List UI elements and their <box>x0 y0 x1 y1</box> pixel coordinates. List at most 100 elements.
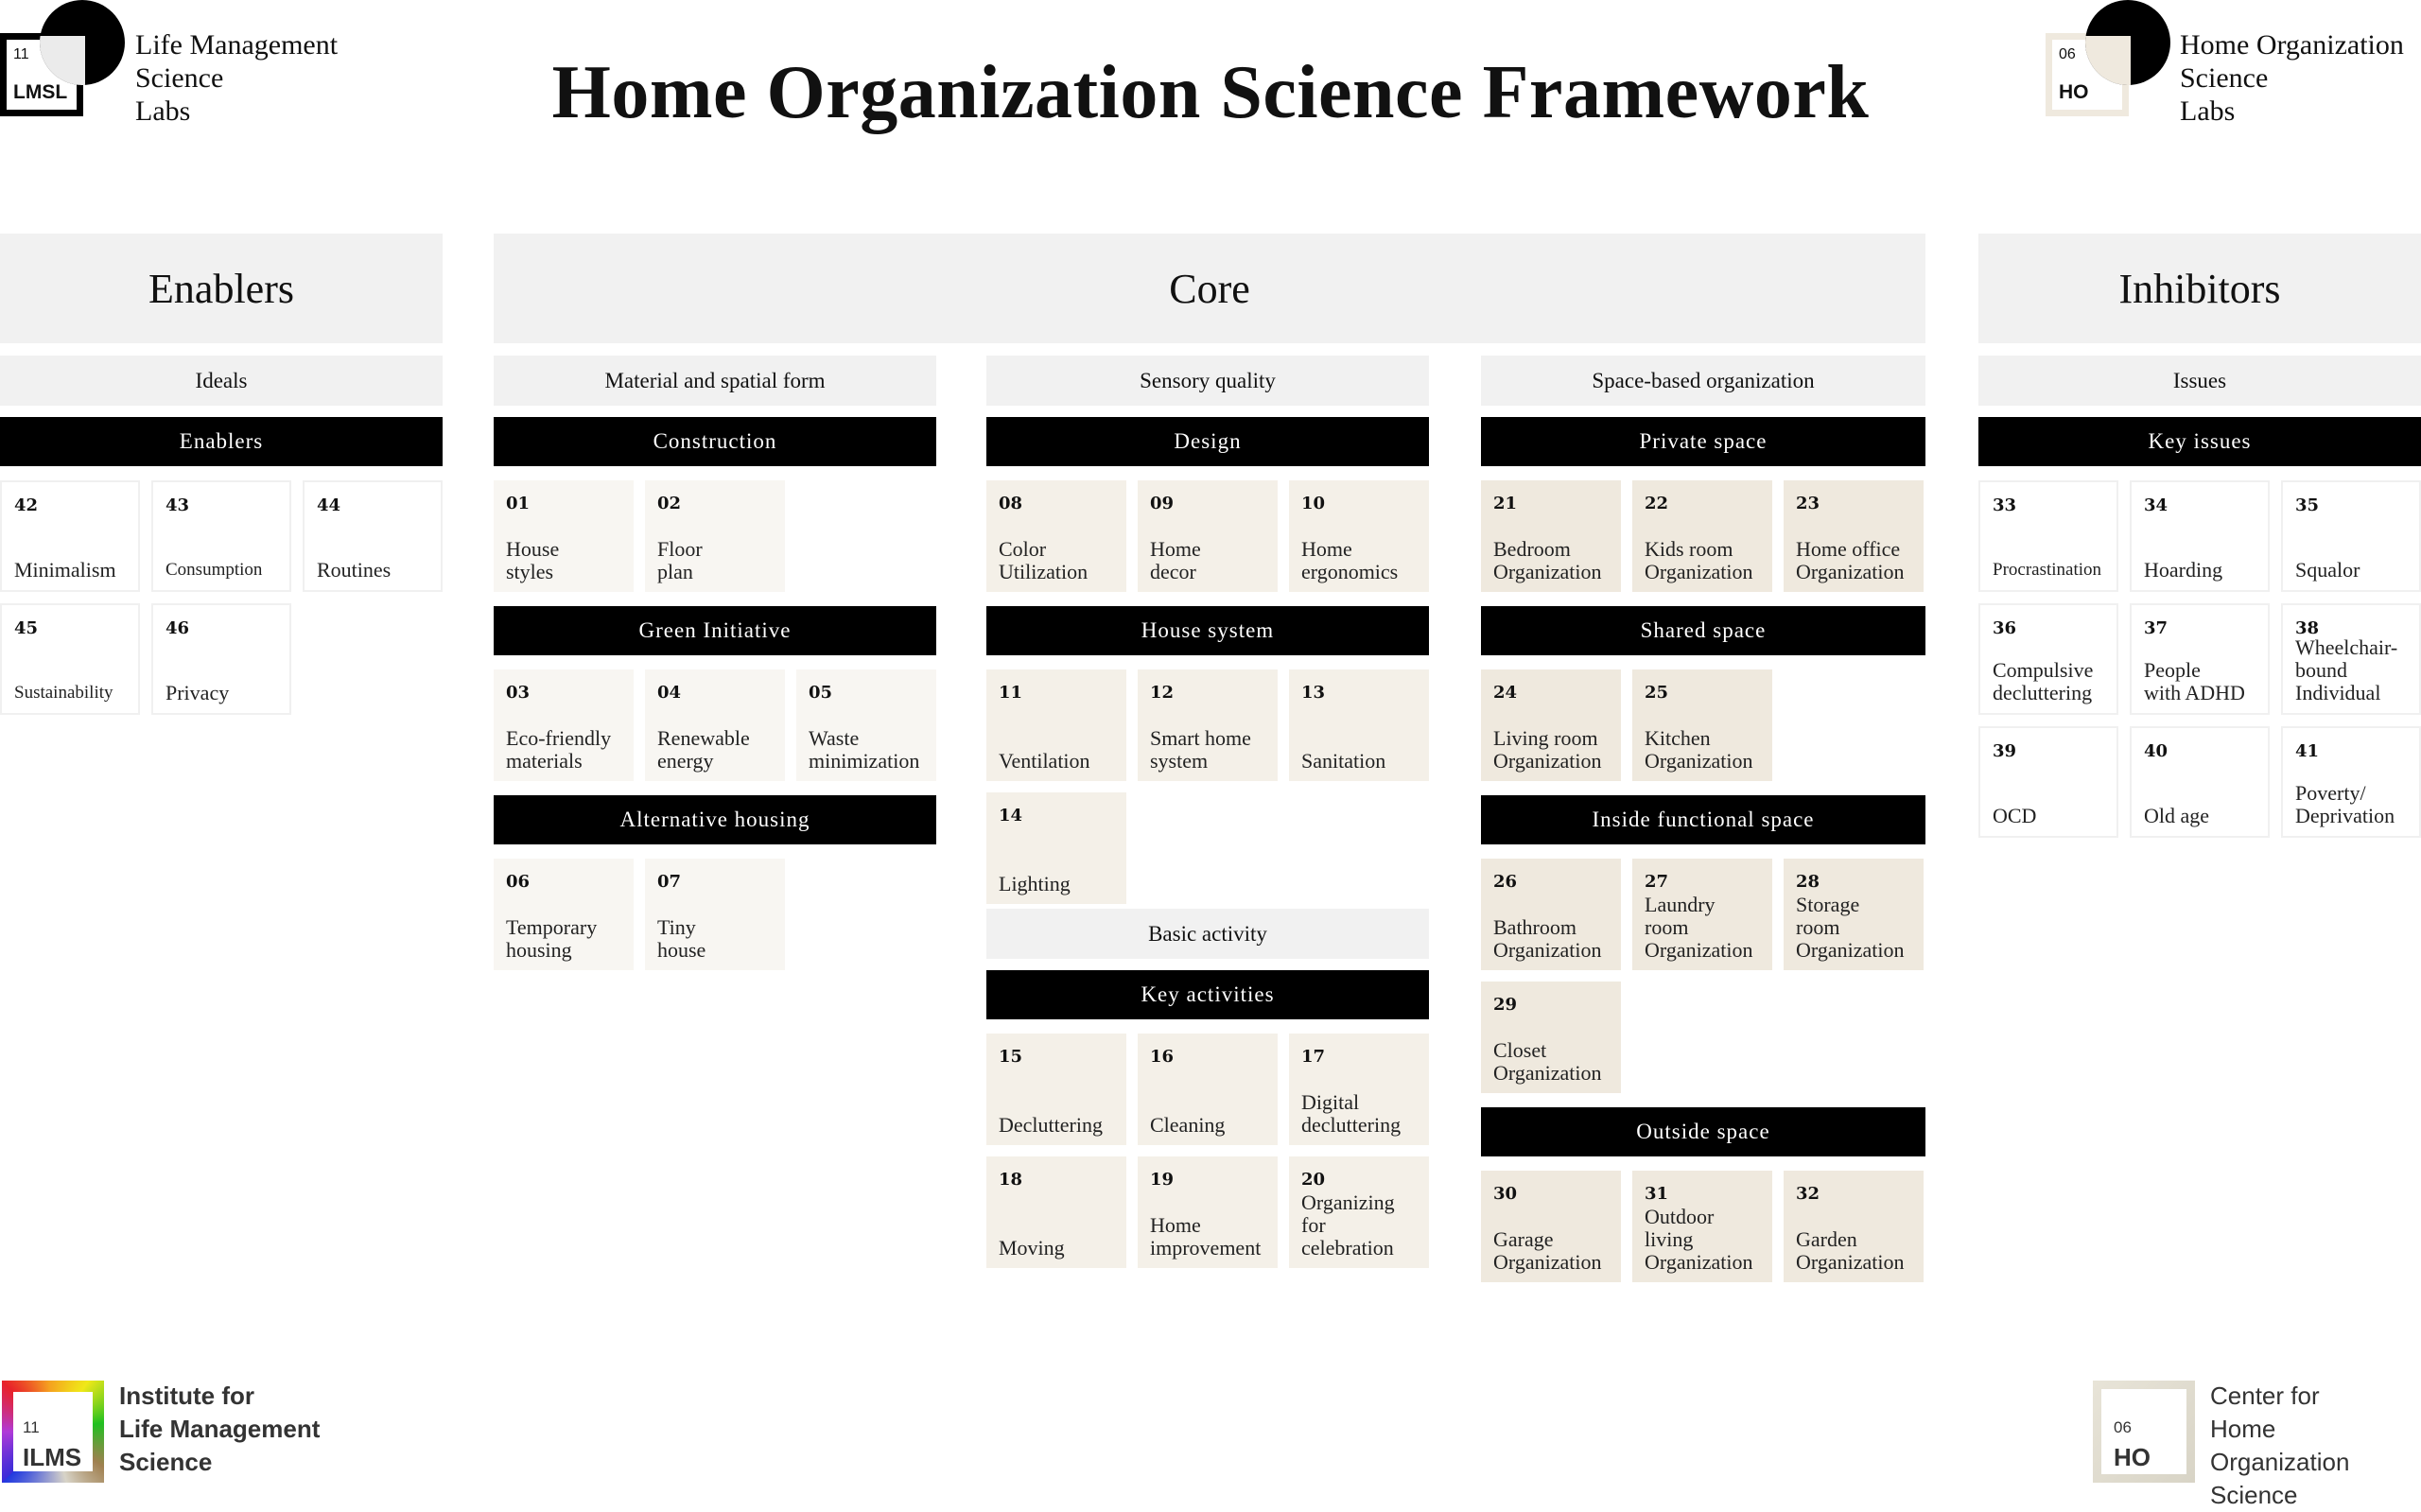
framework-tile[interactable]: 08 Color Utilization <box>986 480 1126 592</box>
tile-label: OCD <box>1993 804 2037 827</box>
framework-tile[interactable]: 04 Renewable energy <box>645 669 785 781</box>
logo-name-line: Science <box>119 1448 213 1476</box>
framework-tile[interactable]: 17 Digital decluttering <box>1289 1034 1429 1145</box>
tile-label: Outdoor living Organization <box>1645 1205 1753 1274</box>
framework-tile[interactable]: 09 Home decor <box>1138 480 1278 592</box>
framework-tile[interactable]: 35 Squalor <box>2281 480 2421 592</box>
tile-number: 21 <box>1493 494 1518 513</box>
ho-center-logo-name: Center for Home Organization Science <box>2210 1380 2421 1512</box>
tile-label: Decluttering <box>999 1113 1103 1137</box>
tile-number: 45 <box>14 618 39 638</box>
band-private-space: Private space <box>1481 417 1925 466</box>
tile-number: 26 <box>1493 872 1518 892</box>
framework-tile[interactable]: 41 Poverty/ Deprivation <box>2281 726 2421 838</box>
tile-label: Bathroom Organization <box>1493 915 1602 962</box>
framework-tile[interactable]: 31 Outdoor living Organization <box>1632 1171 1772 1282</box>
tile-label: Home office Organization <box>1796 537 1905 583</box>
logo-name-line: Science <box>2180 62 2269 94</box>
framework-tile[interactable]: 22 Kids room Organization <box>1632 480 1772 592</box>
tile-label: Lighting <box>999 872 1071 895</box>
framework-tile[interactable]: 28 Storage room Organization <box>1784 859 1924 970</box>
tile-number: 34 <box>2144 495 2168 515</box>
tile-label: Wheelchair- bound Individual <box>2295 635 2398 704</box>
ho-logo-overlap <box>2085 36 2131 85</box>
framework-tile[interactable]: 14 Lighting <box>986 792 1126 904</box>
tile-label: Sanitation <box>1301 749 1386 773</box>
framework-tile[interactable]: 45 Sustainability <box>0 603 140 715</box>
framework-tile[interactable]: 37 People with ADHD <box>2130 603 2270 715</box>
band-inside-functional-space: Inside functional space <box>1481 795 1925 844</box>
framework-tile[interactable]: 36 Compulsive decluttering <box>1978 603 2118 715</box>
tile-label: Living room Organization <box>1493 726 1602 773</box>
framework-tile[interactable]: 43 Consumption <box>151 480 291 592</box>
ho-center-logo-number: 06 <box>2114 1418 2132 1436</box>
framework-tile[interactable]: 39 OCD <box>1978 726 2118 838</box>
tile-number: 35 <box>2295 495 2320 515</box>
tile-label: Compulsive decluttering <box>1993 658 2094 704</box>
tile-label: Home improvement <box>1150 1213 1262 1260</box>
tile-label: Home ergonomics <box>1301 537 1399 583</box>
band-design: Design <box>986 417 1429 466</box>
tile-label: Color Utilization <box>999 537 1089 583</box>
framework-tile[interactable]: 11 Ventilation <box>986 669 1126 781</box>
logo-name-line: Institute for <box>119 1382 254 1410</box>
framework-tile[interactable]: 18 Moving <box>986 1156 1126 1268</box>
tile-number: 33 <box>1993 495 2017 515</box>
tile-label: Moving <box>999 1236 1065 1260</box>
framework-tile[interactable]: 01 House styles <box>494 480 634 592</box>
framework-tile[interactable]: 13 Sanitation <box>1289 669 1429 781</box>
framework-tile[interactable]: 38 Wheelchair- bound Individual <box>2281 603 2421 715</box>
logo-name-line: Center for <box>2210 1382 2320 1410</box>
tile-number: 36 <box>1993 618 2017 638</box>
tile-number: 25 <box>1645 683 1669 703</box>
logo-name-line: Home Organization <box>2180 29 2404 61</box>
tile-number: 02 <box>657 494 682 513</box>
framework-tile[interactable]: 27 Laundry room Organization <box>1632 859 1772 970</box>
framework-tile[interactable]: 26 Bathroom Organization <box>1481 859 1621 970</box>
tile-label: Routines <box>317 558 392 582</box>
tile-label: House styles <box>506 537 560 583</box>
band-green-initiative: Green Initiative <box>494 606 936 655</box>
framework-tile[interactable]: 12 Smart home system <box>1138 669 1278 781</box>
tile-label: Home decor <box>1150 537 1201 583</box>
framework-tile[interactable]: 25 Kitchen Organization <box>1632 669 1772 781</box>
tile-number: 46 <box>165 618 190 638</box>
tile-number: 09 <box>1150 494 1175 513</box>
framework-tile[interactable]: 33 Procrastination <box>1978 480 2118 592</box>
framework-tile[interactable]: 07 Tiny house <box>645 859 785 970</box>
tile-number: 42 <box>14 495 39 515</box>
framework-tile[interactable]: 29 Closet Organization <box>1481 982 1621 1093</box>
tile-label: Smart home system <box>1150 726 1251 773</box>
framework-tile[interactable]: 32 Garden Organization <box>1784 1171 1924 1282</box>
framework-tile[interactable]: 10 Home ergonomics <box>1289 480 1429 592</box>
logo-name-line: Home Organization <box>2210 1415 2350 1476</box>
framework-tile[interactable]: 21 Bedroom Organization <box>1481 480 1621 592</box>
framework-tile[interactable]: 46 Privacy <box>151 603 291 715</box>
section-header-inhibitors: Inhibitors <box>1978 234 2421 343</box>
framework-tile[interactable]: 20 Organizing for celebration <box>1289 1156 1429 1268</box>
framework-tile[interactable]: 24 Living room Organization <box>1481 669 1621 781</box>
framework-tile[interactable]: 16 Cleaning <box>1138 1034 1278 1145</box>
tile-number: 17 <box>1301 1047 1326 1067</box>
framework-tile[interactable]: 02 Floor plan <box>645 480 785 592</box>
tile-label: Hoarding <box>2144 558 2223 582</box>
framework-tile[interactable]: 06 Temporary housing <box>494 859 634 970</box>
framework-tile[interactable]: 34 Hoarding <box>2130 480 2270 592</box>
tile-number: 37 <box>2144 618 2168 638</box>
tile-label: Bedroom Organization <box>1493 537 1602 583</box>
framework-tile[interactable]: 40 Old age <box>2130 726 2270 838</box>
framework-tile[interactable]: 30 Garage Organization <box>1481 1171 1621 1282</box>
framework-tile[interactable]: 03 Eco-friendly materials <box>494 669 634 781</box>
tile-label: Waste minimization <box>809 726 920 773</box>
framework-tile[interactable]: 44 Routines <box>303 480 443 592</box>
band-outside-space: Outside space <box>1481 1107 1925 1156</box>
framework-tile[interactable]: 15 Decluttering <box>986 1034 1126 1145</box>
framework-tile[interactable]: 42 Minimalism <box>0 480 140 592</box>
tile-label: Procrastination <box>1993 560 2102 580</box>
logo-name-line: Life Management <box>119 1415 321 1443</box>
framework-tile[interactable]: 23 Home office Organization <box>1784 480 1924 592</box>
framework-tile[interactable]: 05 Waste minimization <box>796 669 936 781</box>
framework-tile[interactable]: 19 Home improvement <box>1138 1156 1278 1268</box>
tile-number: 07 <box>657 872 682 892</box>
sub-header-material-and-spatial-form: Material and spatial form <box>494 356 936 406</box>
